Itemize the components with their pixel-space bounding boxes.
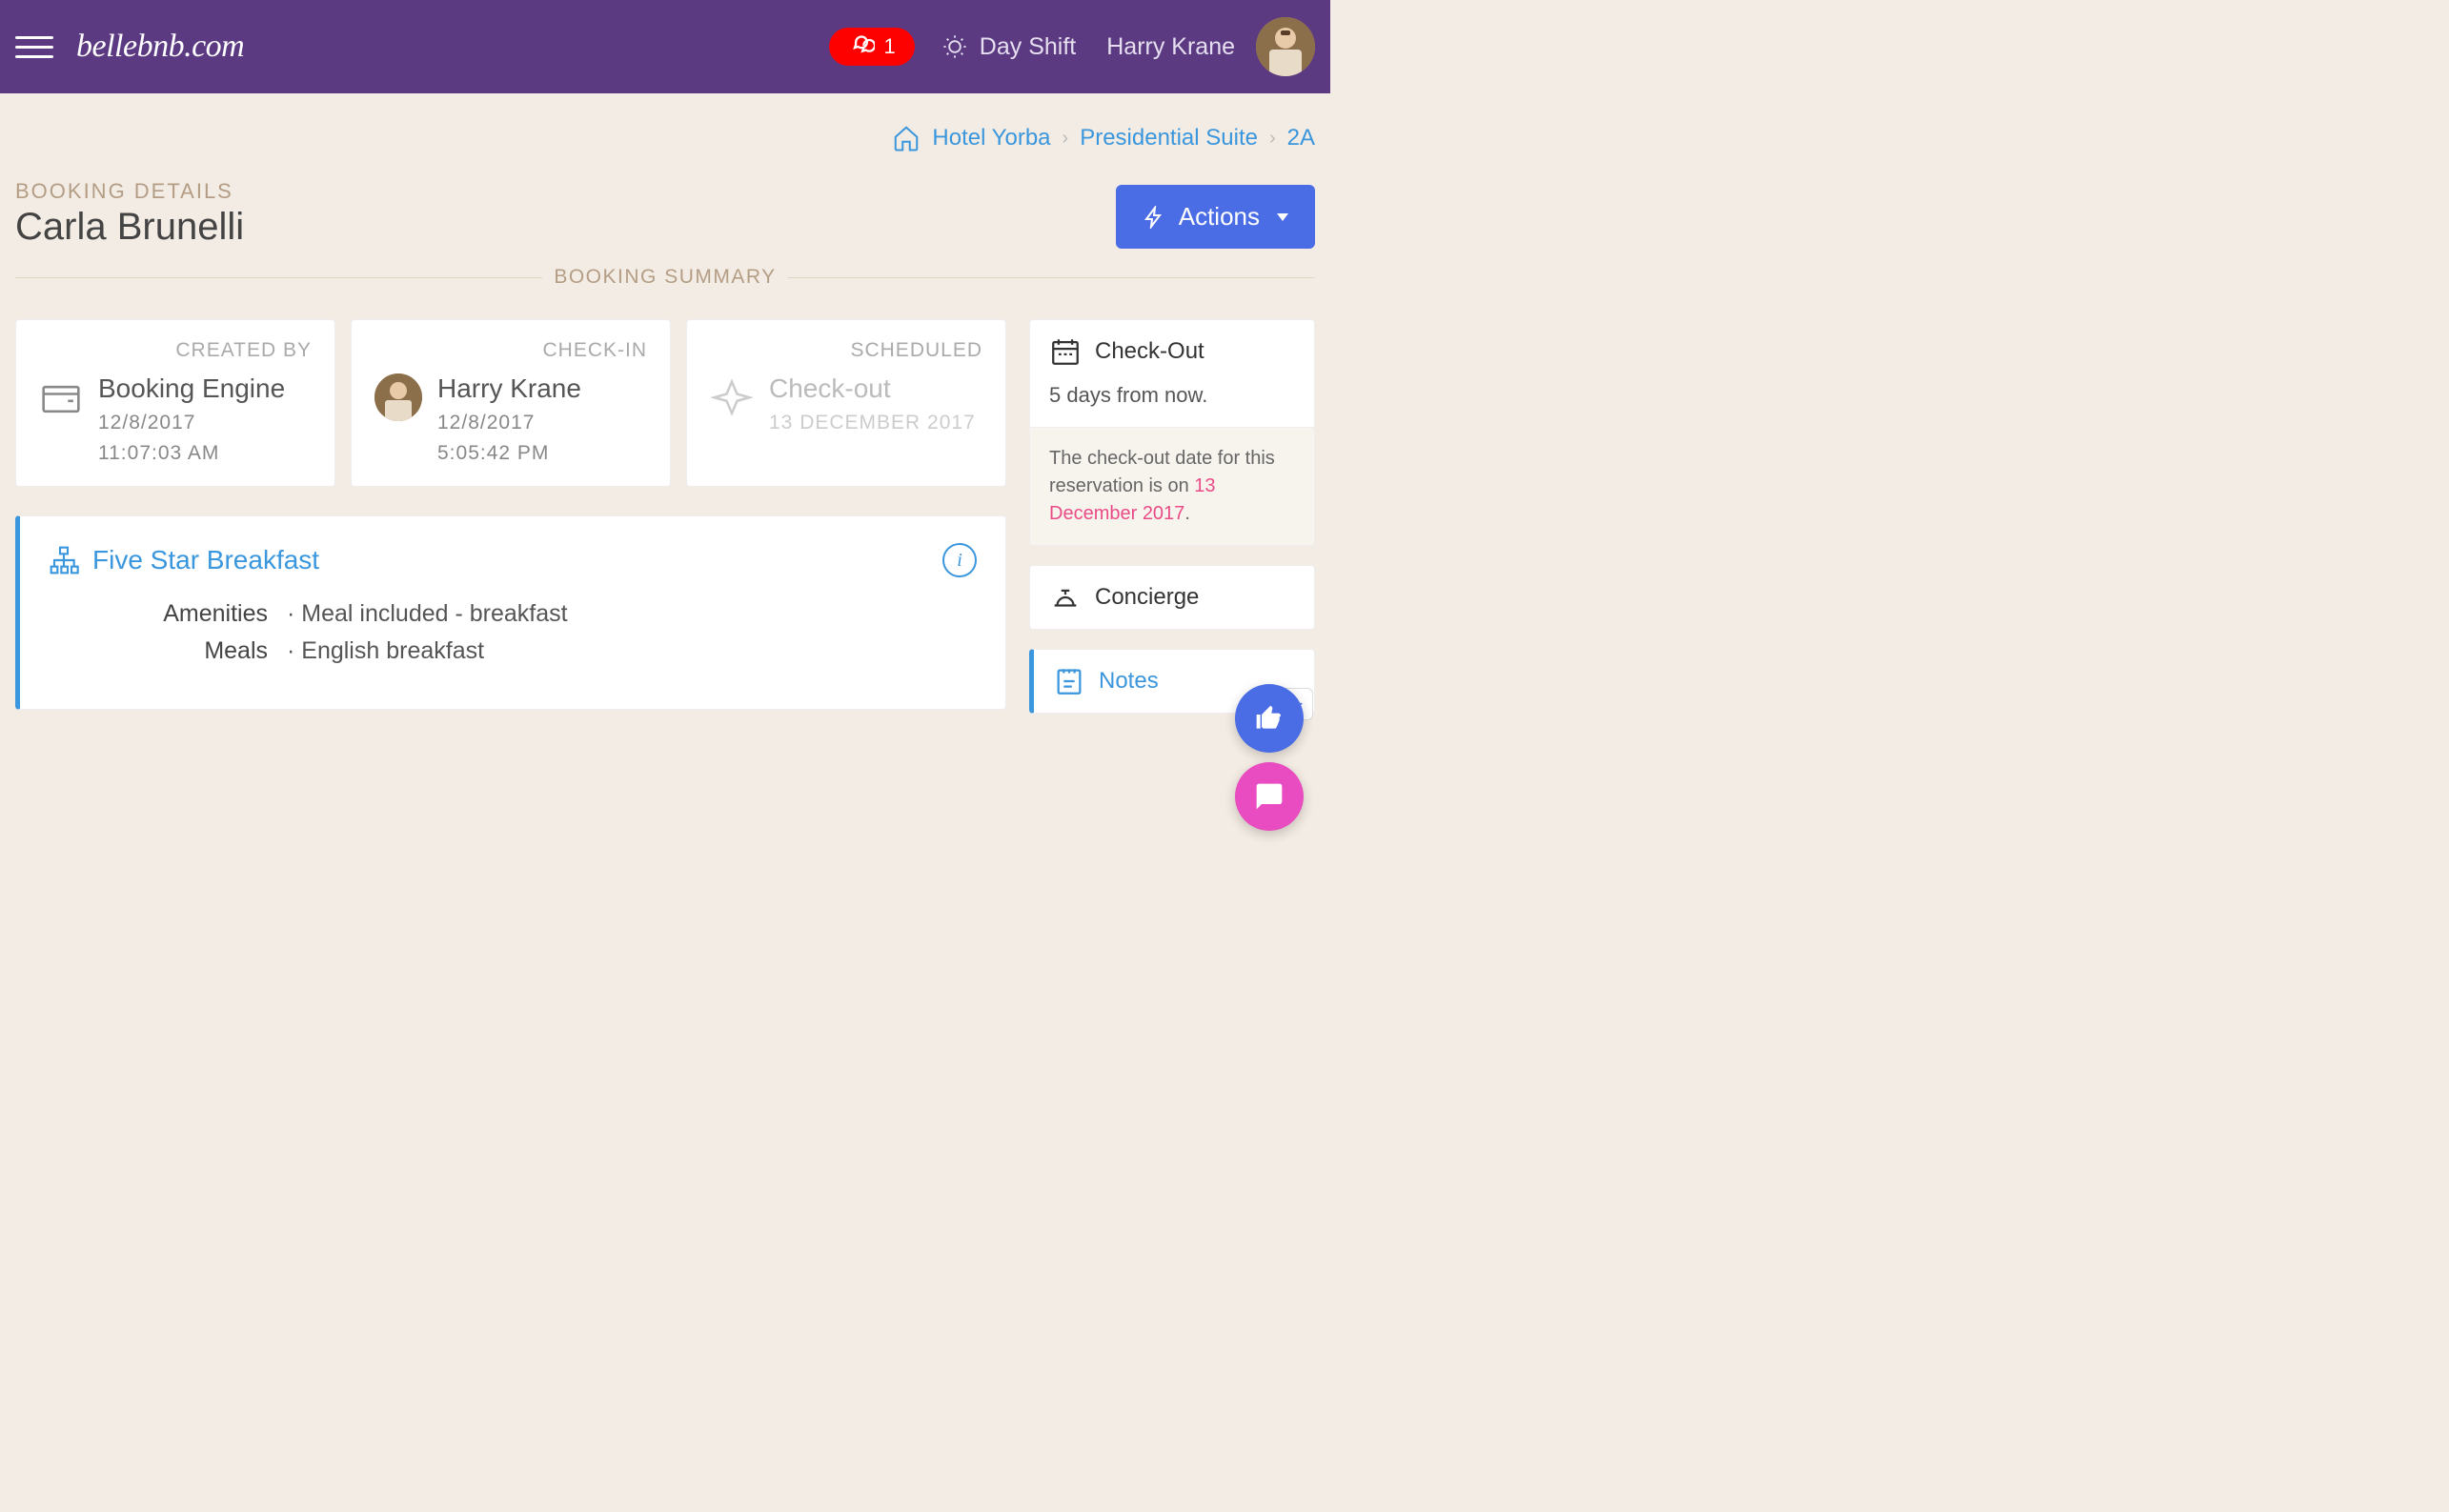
card-time: 5:05:42 PM xyxy=(437,442,581,465)
package-link[interactable]: Five Star Breakfast i xyxy=(49,543,977,577)
breadcrumb-hotel[interactable]: Hotel Yorba xyxy=(932,125,1050,151)
card-date: 12/8/2017 xyxy=(98,412,285,434)
actions-label: Actions xyxy=(1179,202,1260,232)
breadcrumb-sep: › xyxy=(1269,128,1276,150)
shift-indicator[interactable]: Day Shift xyxy=(941,33,1076,61)
card-created-by: CREATED BY Booking Engine 12/8/2017 11:0… xyxy=(15,319,335,487)
logo[interactable]: bellebnb.com xyxy=(76,29,244,65)
hierarchy-icon xyxy=(49,545,79,575)
meals-value: · English breakfast xyxy=(287,637,484,665)
card-label: CREATED BY xyxy=(39,339,312,362)
app-header: bellebnb.com 1 Day Shift Harry Krane xyxy=(0,0,1330,93)
breadcrumb: Hotel Yorba › Presidential Suite › 2A xyxy=(0,93,1330,168)
lightning-icon xyxy=(1143,206,1165,229)
speech-icon xyxy=(1254,781,1285,812)
card-scheduled: SCHEDULED Check-out 13 DECEMBER 2017 xyxy=(686,319,1006,487)
home-icon[interactable] xyxy=(892,124,921,152)
card-label: SCHEDULED xyxy=(710,339,982,362)
package-panel: Five Star Breakfast i Amenities · Meal i… xyxy=(15,515,1006,710)
amenities-value: · Meal included - breakfast xyxy=(287,600,568,628)
page-label: BOOKING DETAILS xyxy=(15,179,244,204)
checkout-subtitle: 5 days from now. xyxy=(1030,383,1314,427)
notification-badge[interactable]: 1 xyxy=(829,28,915,66)
breadcrumb-room[interactable]: 2A xyxy=(1287,125,1315,151)
notes-icon xyxy=(1053,665,1085,697)
concierge-title: Concierge xyxy=(1095,584,1199,611)
notification-count: 1 xyxy=(884,34,896,59)
caret-down-icon xyxy=(1277,213,1288,221)
card-date: 12/8/2017 xyxy=(437,412,581,434)
card-label: CHECK-IN xyxy=(374,339,647,362)
chat-fab[interactable] xyxy=(1235,762,1304,831)
card-title: Booking Engine xyxy=(98,373,285,404)
user-avatar[interactable] xyxy=(1256,17,1315,76)
title-row: BOOKING DETAILS Carla Brunelli Actions xyxy=(0,168,1330,249)
amenities-label: Amenities xyxy=(125,600,268,628)
calendar-icon xyxy=(1049,335,1082,368)
meals-label: Meals xyxy=(125,637,268,665)
page-title: Carla Brunelli xyxy=(15,206,244,249)
staff-avatar xyxy=(374,373,422,421)
card-check-in: CHECK-IN Harry Krane 12/8/2017 5:05:42 P… xyxy=(351,319,671,487)
chat-icon xyxy=(848,33,875,60)
sun-icon xyxy=(941,33,968,60)
breadcrumb-sep: › xyxy=(1063,128,1069,150)
card-title: Harry Krane xyxy=(437,373,581,404)
shift-label: Day Shift xyxy=(980,33,1076,61)
feedback-fab[interactable] xyxy=(1235,684,1304,753)
section-divider: BOOKING SUMMARY xyxy=(0,266,1330,289)
current-user-name[interactable]: Harry Krane xyxy=(1106,33,1235,61)
menu-button[interactable] xyxy=(15,28,53,66)
info-icon[interactable]: i xyxy=(942,543,977,577)
breadcrumb-suite[interactable]: Presidential Suite xyxy=(1080,125,1258,151)
card-time: 11:07:03 AM xyxy=(98,442,285,465)
checkout-panel: Check-Out 5 days from now. The check-out… xyxy=(1029,319,1315,546)
concierge-panel[interactable]: Concierge xyxy=(1029,565,1315,630)
checkout-note: The check-out date for this reservation … xyxy=(1030,427,1314,545)
browser-icon xyxy=(39,377,83,421)
actions-button[interactable]: Actions xyxy=(1116,185,1315,249)
package-name: Five Star Breakfast xyxy=(92,545,319,575)
bell-icon xyxy=(1049,581,1082,614)
plane-icon xyxy=(710,377,754,421)
notes-title: Notes xyxy=(1099,668,1159,695)
card-title: Check-out xyxy=(769,373,976,404)
card-date: 13 DECEMBER 2017 xyxy=(769,412,976,434)
checkout-title: Check-Out xyxy=(1095,338,1204,365)
divider-label: BOOKING SUMMARY xyxy=(542,266,787,289)
thumbs-up-icon xyxy=(1254,703,1285,734)
